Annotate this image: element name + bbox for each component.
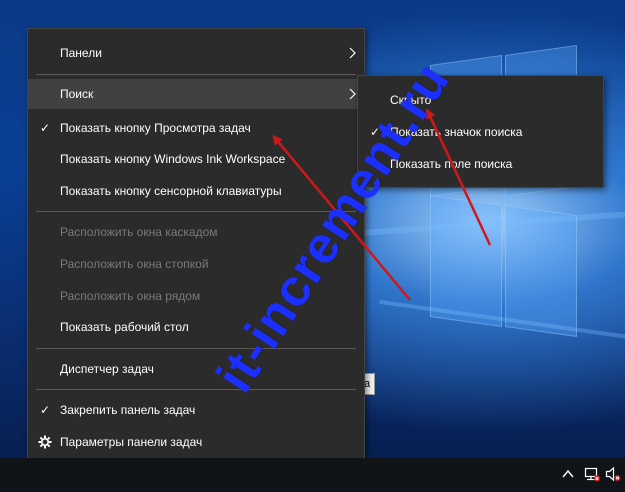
chevron-up-icon[interactable] [560, 466, 576, 482]
menu-separator [36, 211, 356, 212]
menu-separator [36, 348, 356, 349]
network-icon[interactable] [584, 466, 600, 482]
menu-item-cascade-windows: Расположить окна каскадом [28, 217, 364, 247]
menu-item-label: Параметры панели задач [60, 435, 203, 449]
wallpaper-beam [379, 300, 625, 339]
menu-item-show-touch-keyboard[interactable]: Показать кнопку сенсорной клавиатуры [28, 176, 364, 206]
submenu-item-show-search-icon[interactable]: ✓ Показать значок поиска [358, 117, 603, 147]
menu-item-label: Расположить окна стопкой [60, 257, 209, 271]
menu-item-label: Диспетчер задач [60, 362, 154, 376]
submenu-item-hidden[interactable]: Скрыто [358, 85, 603, 115]
menu-item-taskbar-settings[interactable]: Параметры панели задач [28, 427, 364, 457]
desktop: а Панели Поиск ✓ Показать кнопку Просмот… [0, 0, 625, 492]
menu-item-show-desktop[interactable]: Показать рабочий стол [28, 312, 364, 342]
check-icon: ✓ [39, 121, 51, 135]
menu-item-label: Показать рабочий стол [60, 320, 189, 334]
menu-item-show-task-view[interactable]: ✓ Показать кнопку Просмотра задач [28, 113, 364, 143]
submenu-item-label: Скрыто [390, 93, 432, 107]
taskbar-context-menu: Панели Поиск ✓ Показать кнопку Просмотра… [27, 28, 365, 464]
menu-item-label: Панели [60, 46, 102, 60]
menu-item-task-manager[interactable]: Диспетчер задач [28, 354, 364, 384]
submenu-item-label: Показать значок поиска [390, 125, 523, 139]
submenu-item-label: Показать поле поиска [390, 157, 513, 171]
check-icon: ✓ [369, 125, 381, 139]
menu-separator [36, 389, 356, 390]
menu-item-search[interactable]: Поиск [28, 79, 364, 109]
menu-item-side-by-side: Расположить окна рядом [28, 281, 364, 311]
check-icon: ✓ [39, 403, 51, 417]
menu-item-panels[interactable]: Панели [28, 38, 364, 68]
chevron-right-icon [349, 88, 356, 100]
gear-icon [38, 435, 52, 449]
wallpaper-pane [430, 194, 502, 328]
menu-item-label: Поиск [60, 87, 94, 101]
menu-item-label: Показать кнопку сенсорной клавиатуры [60, 184, 282, 198]
volume-muted-icon[interactable] [605, 466, 621, 482]
menu-item-label: Расположить окна рядом [60, 289, 201, 303]
chevron-right-icon [349, 47, 356, 59]
menu-item-label: Показать кнопку Windows Ink Workspace [60, 152, 286, 166]
search-submenu: Скрыто ✓ Показать значок поиска Показать… [357, 75, 604, 188]
menu-item-label: Закрепить панель задач [60, 403, 196, 417]
menu-separator [36, 74, 356, 75]
menu-item-show-ink-workspace[interactable]: Показать кнопку Windows Ink Workspace [28, 144, 364, 174]
menu-item-stack-windows: Расположить окна стопкой [28, 249, 364, 279]
menu-item-label: Расположить окна каскадом [60, 225, 218, 239]
taskbar [0, 458, 625, 492]
menu-item-label: Показать кнопку Просмотра задач [60, 121, 251, 135]
menu-item-lock-taskbar[interactable]: ✓ Закрепить панель задач [28, 395, 364, 425]
submenu-item-show-search-box[interactable]: Показать поле поиска [358, 149, 603, 179]
